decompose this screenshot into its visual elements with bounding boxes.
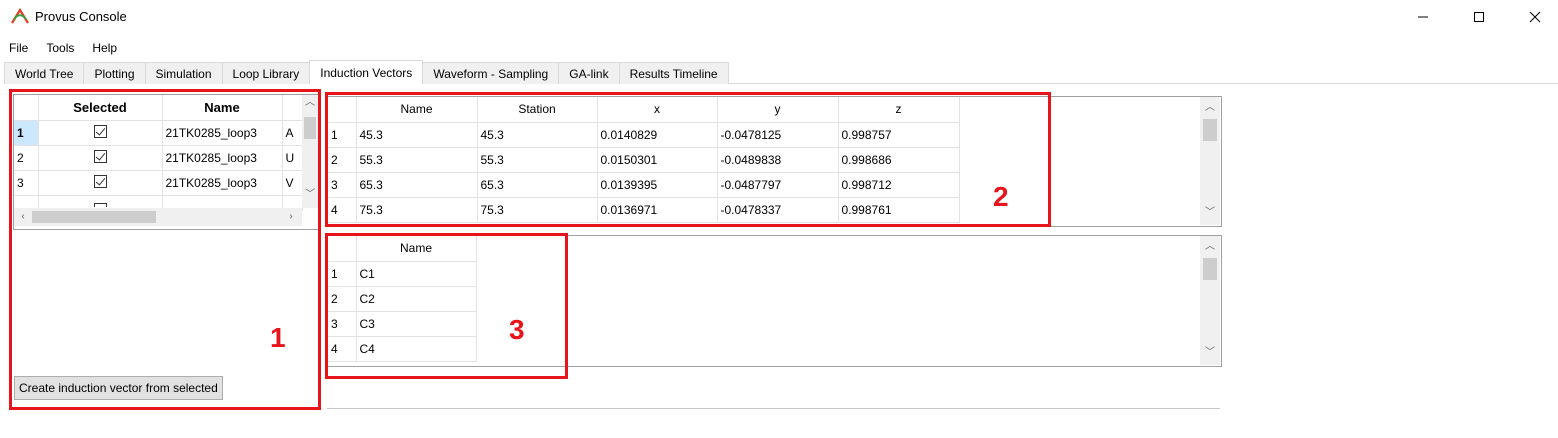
tab-simulation[interactable]: Simulation [144, 62, 223, 84]
maximize-icon [1474, 12, 1484, 22]
scroll-thumb[interactable] [1203, 119, 1217, 141]
menu-file[interactable]: File [0, 38, 37, 58]
scroll-down-icon[interactable]: ﹀ [1200, 205, 1220, 221]
title-bar: Provus Console [0, 0, 1558, 34]
annotation-box-3 [325, 233, 568, 379]
tab-waveform-sampling[interactable]: Waveform - Sampling [422, 62, 560, 84]
component-table-vscrollbar[interactable]: ︿ ﹀ [1200, 236, 1220, 365]
scroll-up-icon[interactable]: ︿ [1200, 239, 1220, 255]
tab-world-tree[interactable]: World Tree [4, 62, 85, 84]
menu-bar: File Tools Help [0, 38, 126, 58]
annotation-label-2: 2 [993, 181, 1009, 212]
menu-help[interactable]: Help [83, 38, 126, 58]
window-title: Provus Console [35, 9, 127, 24]
maximize-button[interactable] [1456, 0, 1502, 34]
tab-plotting[interactable]: Plotting [83, 62, 146, 84]
annotation-box-2 [325, 92, 1051, 227]
tab-strip: World Tree Plotting Simulation Loop Libr… [4, 60, 729, 84]
tab-ga-link[interactable]: GA-link [558, 62, 620, 84]
scroll-down-icon[interactable]: ﹀ [1200, 345, 1220, 361]
vector-table-vscrollbar[interactable]: ︿ ﹀ [1200, 97, 1220, 225]
annotation-label-1: 1 [270, 322, 286, 353]
tab-loop-library[interactable]: Loop Library [221, 62, 311, 84]
minimize-button[interactable] [1400, 0, 1446, 34]
app-logo-icon [11, 8, 29, 24]
minimize-icon [1418, 16, 1428, 18]
annotation-box-1 [9, 89, 321, 410]
scroll-thumb[interactable] [1203, 258, 1217, 280]
bottom-divider [327, 408, 1220, 409]
scroll-up-icon[interactable]: ︿ [1200, 100, 1220, 116]
close-button[interactable] [1512, 0, 1558, 34]
close-icon [1529, 11, 1541, 23]
tab-results-timeline[interactable]: Results Timeline [618, 62, 729, 84]
annotation-label-3: 3 [509, 314, 525, 345]
tab-induction-vectors[interactable]: Induction Vectors [309, 60, 424, 84]
menu-tools[interactable]: Tools [37, 38, 83, 58]
